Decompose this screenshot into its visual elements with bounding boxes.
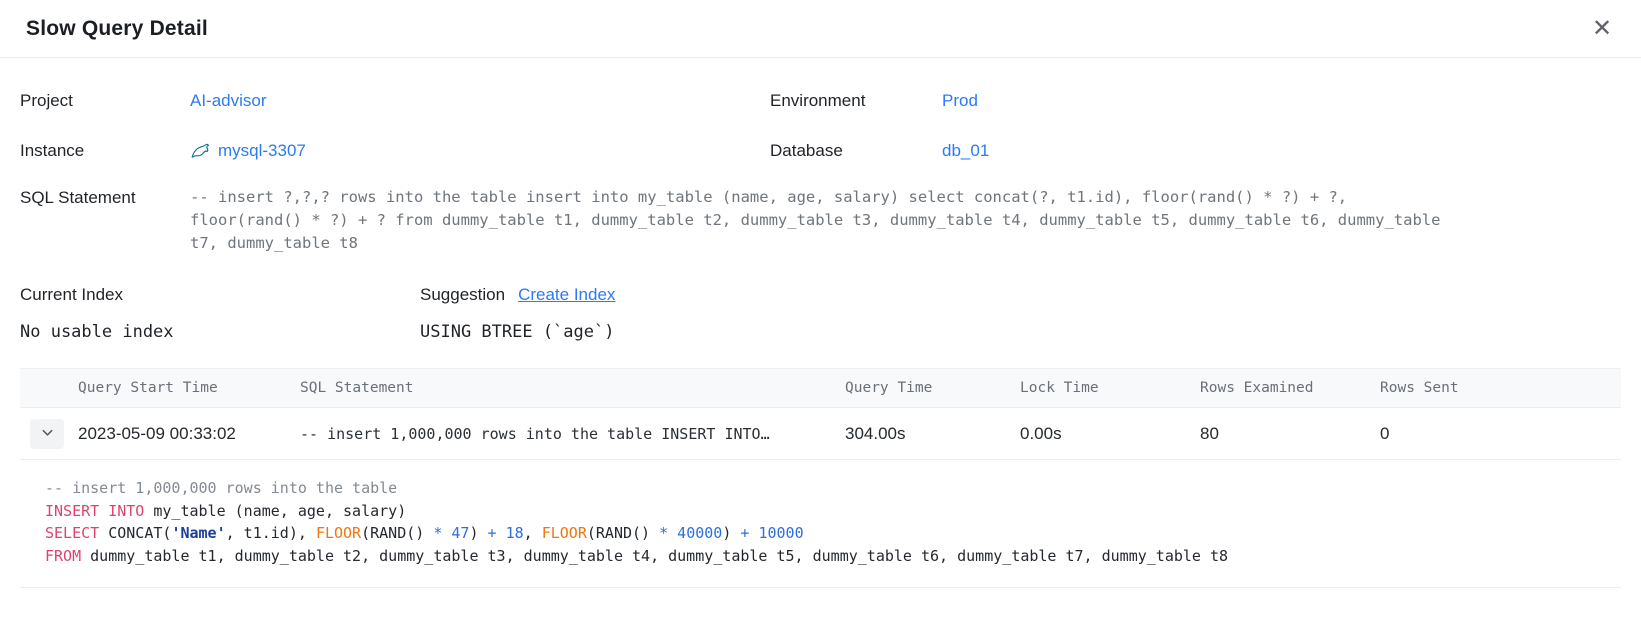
environment-link[interactable]: Prod — [942, 91, 978, 110]
database-link[interactable]: db_01 — [942, 141, 989, 160]
header-lock-time: Lock Time — [1020, 380, 1200, 396]
dialog-header: Slow Query Detail ✕ — [0, 0, 1641, 58]
sql-statement-section: SQL Statement -- insert ?,?,? rows into … — [20, 186, 1621, 255]
instance-label: Instance — [20, 141, 190, 161]
collapse-row-button[interactable] — [30, 419, 64, 449]
current-index-value: No usable index — [20, 322, 420, 342]
slow-query-table: Query Start Time SQL Statement Query Tim… — [20, 368, 1621, 588]
environment-label: Environment — [770, 91, 942, 111]
page-title: Slow Query Detail — [26, 17, 208, 41]
current-index-label: Current Index — [20, 285, 420, 305]
cell-query-time: 304.00s — [845, 424, 1020, 444]
info-section: Project AI-advisor Environment Prod Inst… — [20, 76, 1621, 176]
slow-query-detail-dialog: Slow Query Detail ✕ Project AI-advisor E… — [0, 0, 1641, 625]
dialog-content: Project AI-advisor Environment Prod Inst… — [0, 76, 1641, 588]
sql-statement-text: -- insert ?,?,? rows into the table inse… — [190, 186, 1621, 255]
header-query-time: Query Time — [845, 380, 1020, 396]
close-icon[interactable]: ✕ — [1587, 14, 1617, 44]
info-row-instance-database: Instance mysql-3307 Database db_01 — [20, 126, 1621, 176]
create-index-link[interactable]: Create Index — [518, 285, 615, 305]
table-row[interactable]: 2023-05-09 00:33:02 -- insert 1,000,000 … — [20, 408, 1621, 460]
cell-sql-statement: -- insert 1,000,000 rows into the table … — [300, 425, 845, 443]
cell-lock-time: 0.00s — [1020, 424, 1200, 444]
expanded-sql: -- insert 1,000,000 rows into the tableI… — [20, 460, 1621, 588]
database-label: Database — [770, 141, 942, 161]
mysql-dolphin-icon — [190, 141, 211, 162]
chevron-down-icon — [40, 425, 55, 443]
index-suggestion-section: Current Index Suggestion Create Index No… — [20, 285, 1621, 342]
cell-rows-examined: 80 — [1200, 424, 1380, 444]
header-query-start-time: Query Start Time — [78, 380, 300, 396]
sql-statement-label: SQL Statement — [20, 186, 190, 208]
cell-query-start-time: 2023-05-09 00:33:02 — [78, 424, 300, 444]
project-link[interactable]: AI-advisor — [190, 91, 267, 110]
header-rows-sent: Rows Sent — [1380, 380, 1621, 396]
header-sql-statement: SQL Statement — [300, 380, 845, 396]
project-label: Project — [20, 91, 190, 111]
table-header-row: Query Start Time SQL Statement Query Tim… — [20, 368, 1621, 408]
suggestion-label: Suggestion — [420, 285, 505, 305]
info-row-project-environment: Project AI-advisor Environment Prod — [20, 76, 1621, 126]
cell-rows-sent: 0 — [1380, 424, 1621, 444]
instance-link[interactable]: mysql-3307 — [218, 141, 306, 161]
suggestion-value: USING BTREE (`age`) — [420, 322, 1621, 342]
header-rows-examined: Rows Examined — [1200, 380, 1380, 396]
